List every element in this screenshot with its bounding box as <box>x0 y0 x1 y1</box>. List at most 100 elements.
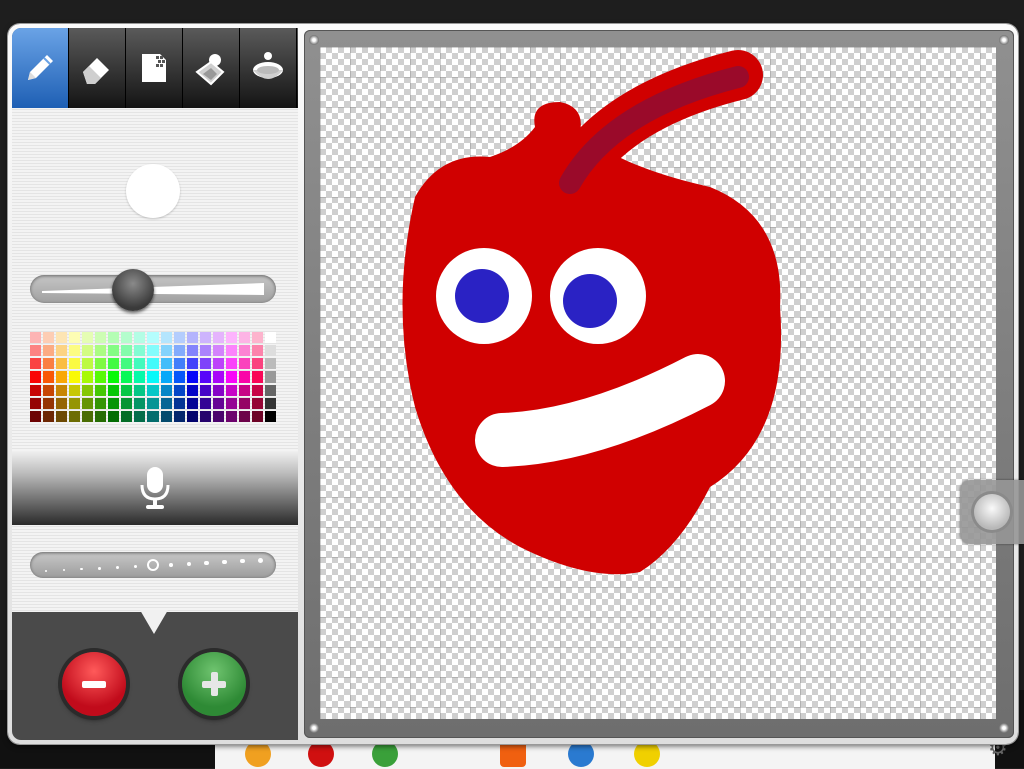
color-swatch[interactable] <box>264 384 276 396</box>
color-swatch[interactable] <box>212 332 224 344</box>
color-swatch[interactable] <box>238 384 250 396</box>
color-swatch[interactable] <box>82 384 94 396</box>
color-swatch[interactable] <box>95 410 107 422</box>
color-swatch[interactable] <box>82 345 94 357</box>
color-swatch[interactable] <box>225 397 237 409</box>
color-swatch[interactable] <box>121 371 133 383</box>
color-swatch[interactable] <box>186 397 198 409</box>
color-swatch[interactable] <box>160 397 172 409</box>
speed-tick[interactable] <box>204 560 209 566</box>
color-swatch[interactable] <box>251 371 263 383</box>
color-swatch[interactable] <box>173 371 185 383</box>
color-swatch[interactable] <box>69 358 81 370</box>
pencil-tool[interactable] <box>12 28 69 108</box>
add-button[interactable] <box>182 652 246 716</box>
color-swatch[interactable] <box>121 332 133 344</box>
color-swatch[interactable] <box>82 358 94 370</box>
color-swatch[interactable] <box>251 397 263 409</box>
color-swatch[interactable] <box>82 371 94 383</box>
color-swatch[interactable] <box>121 397 133 409</box>
color-swatch[interactable] <box>199 358 211 370</box>
color-swatch[interactable] <box>212 384 224 396</box>
color-swatch[interactable] <box>225 345 237 357</box>
color-swatch[interactable] <box>186 384 198 396</box>
speed-tick[interactable] <box>133 564 137 569</box>
color-swatch[interactable] <box>134 332 146 344</box>
color-swatch[interactable] <box>225 358 237 370</box>
color-swatch[interactable] <box>199 332 211 344</box>
color-swatch[interactable] <box>251 358 263 370</box>
speed-tick[interactable] <box>168 562 173 567</box>
color-swatch[interactable] <box>225 332 237 344</box>
color-swatch[interactable] <box>238 345 250 357</box>
record-button[interactable] <box>12 451 298 525</box>
color-swatch[interactable] <box>82 332 94 344</box>
color-swatch[interactable] <box>264 410 276 422</box>
brush-size-slider[interactable] <box>30 269 276 311</box>
color-swatch[interactable] <box>108 371 120 383</box>
color-swatch[interactable] <box>212 371 224 383</box>
color-swatch[interactable] <box>56 358 68 370</box>
color-swatch[interactable] <box>134 358 146 370</box>
color-swatch[interactable] <box>238 397 250 409</box>
color-swatch[interactable] <box>95 332 107 344</box>
color-swatch[interactable] <box>82 397 94 409</box>
color-swatch[interactable] <box>82 410 94 422</box>
color-swatch[interactable] <box>69 371 81 383</box>
color-swatch[interactable] <box>134 384 146 396</box>
speed-tick[interactable] <box>115 565 119 569</box>
side-drag-handle[interactable] <box>960 480 1024 544</box>
color-swatch[interactable] <box>186 358 198 370</box>
color-swatch[interactable] <box>134 397 146 409</box>
speed-tick[interactable] <box>186 561 191 566</box>
eraser-tool[interactable] <box>69 28 126 108</box>
color-swatch[interactable] <box>108 397 120 409</box>
speed-tick[interactable] <box>257 557 263 563</box>
color-swatch[interactable] <box>173 397 185 409</box>
canvas-tool[interactable] <box>126 28 183 108</box>
color-swatch[interactable] <box>43 410 55 422</box>
color-swatch[interactable] <box>173 345 185 357</box>
color-swatch[interactable] <box>147 384 159 396</box>
color-swatch[interactable] <box>212 358 224 370</box>
color-swatch[interactable] <box>95 358 107 370</box>
speed-tick[interactable] <box>222 559 227 565</box>
color-swatch[interactable] <box>30 345 42 357</box>
color-swatch[interactable] <box>160 384 172 396</box>
color-swatch[interactable] <box>56 384 68 396</box>
color-swatch[interactable] <box>121 410 133 422</box>
color-swatch[interactable] <box>251 410 263 422</box>
color-swatch[interactable] <box>199 384 211 396</box>
color-swatch[interactable] <box>134 371 146 383</box>
color-swatch[interactable] <box>173 358 185 370</box>
color-swatch[interactable] <box>134 345 146 357</box>
speed-tick[interactable] <box>80 567 83 571</box>
color-swatch[interactable] <box>108 410 120 422</box>
color-swatch[interactable] <box>95 371 107 383</box>
color-swatch[interactable] <box>160 332 172 344</box>
speed-tick[interactable] <box>62 568 65 572</box>
color-swatch[interactable] <box>43 358 55 370</box>
color-swatch[interactable] <box>264 397 276 409</box>
color-swatch[interactable] <box>186 371 198 383</box>
color-swatch[interactable] <box>173 410 185 422</box>
color-swatch[interactable] <box>95 397 107 409</box>
color-swatch[interactable] <box>108 358 120 370</box>
color-swatch[interactable] <box>69 397 81 409</box>
color-swatch[interactable] <box>225 371 237 383</box>
color-swatch[interactable] <box>186 410 198 422</box>
color-swatch[interactable] <box>147 397 159 409</box>
color-swatch[interactable] <box>30 332 42 344</box>
color-swatch[interactable] <box>56 397 68 409</box>
color-swatch[interactable] <box>30 384 42 396</box>
color-swatch[interactable] <box>160 358 172 370</box>
brush-size-thumb[interactable] <box>112 269 154 311</box>
color-swatch[interactable] <box>238 371 250 383</box>
color-swatch[interactable] <box>134 410 146 422</box>
speed-tick[interactable] <box>45 570 47 572</box>
color-swatch[interactable] <box>199 410 211 422</box>
color-swatch[interactable] <box>199 371 211 383</box>
color-swatch[interactable] <box>251 345 263 357</box>
color-swatch[interactable] <box>199 397 211 409</box>
color-swatch[interactable] <box>43 345 55 357</box>
